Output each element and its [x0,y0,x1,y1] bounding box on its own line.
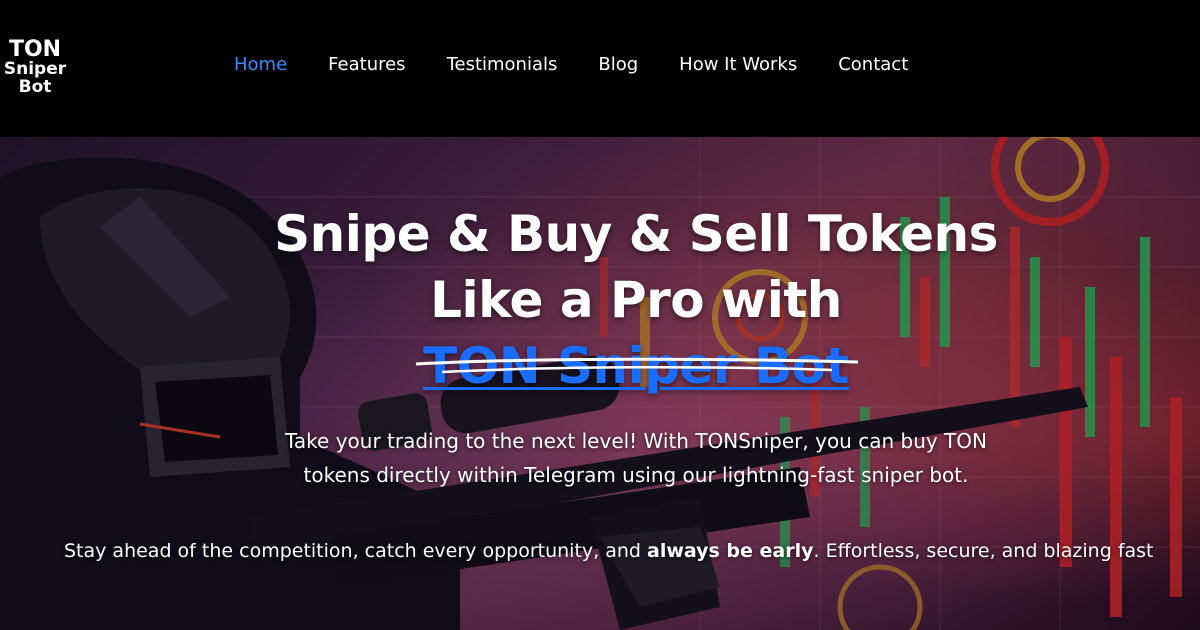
nav-contact[interactable]: Contact [838,54,908,75]
main-nav: Home Features Testimonials Blog How It W… [234,54,949,75]
hero-description: Take your trading to the next level! Wit… [0,424,1200,492]
site-logo[interactable]: TON Sniper Bot [0,38,70,97]
description-line-1: Take your trading to the next level! Wit… [285,429,987,453]
nav-blog[interactable]: Blog [598,54,638,75]
description-line-2: tokens directly within Telegram using ou… [303,463,969,487]
nav-testimonials[interactable]: Testimonials [447,54,558,75]
subtext-part-2: . Effortless, secure, and blazing fast [813,540,1154,562]
nav-how-it-works[interactable]: How It Works [679,54,797,75]
nav-home[interactable]: Home [234,54,287,75]
headline-line-2: Like a Pro with [430,270,842,329]
page: TON Sniper Bot Home Features Testimonial… [0,0,1200,630]
hero-section: Snipe & Buy & Sell Tokens Like a Pro wit… [0,137,1200,630]
nav-features[interactable]: Features [328,54,405,75]
brush-underline [415,357,859,374]
subtext-part-1: Stay ahead of the competition, catch eve… [64,540,647,562]
logo-line-1: TON [8,37,62,62]
subtext-bold: always be early [647,540,814,562]
headline-line-1: Snipe & Buy & Sell Tokens [274,204,998,263]
hero-subtext: Stay ahead of the competition, catch eve… [64,538,1154,564]
site-header: TON Sniper Bot Home Features Testimonial… [0,0,1200,137]
logo-line-3: Bot [18,76,52,97]
